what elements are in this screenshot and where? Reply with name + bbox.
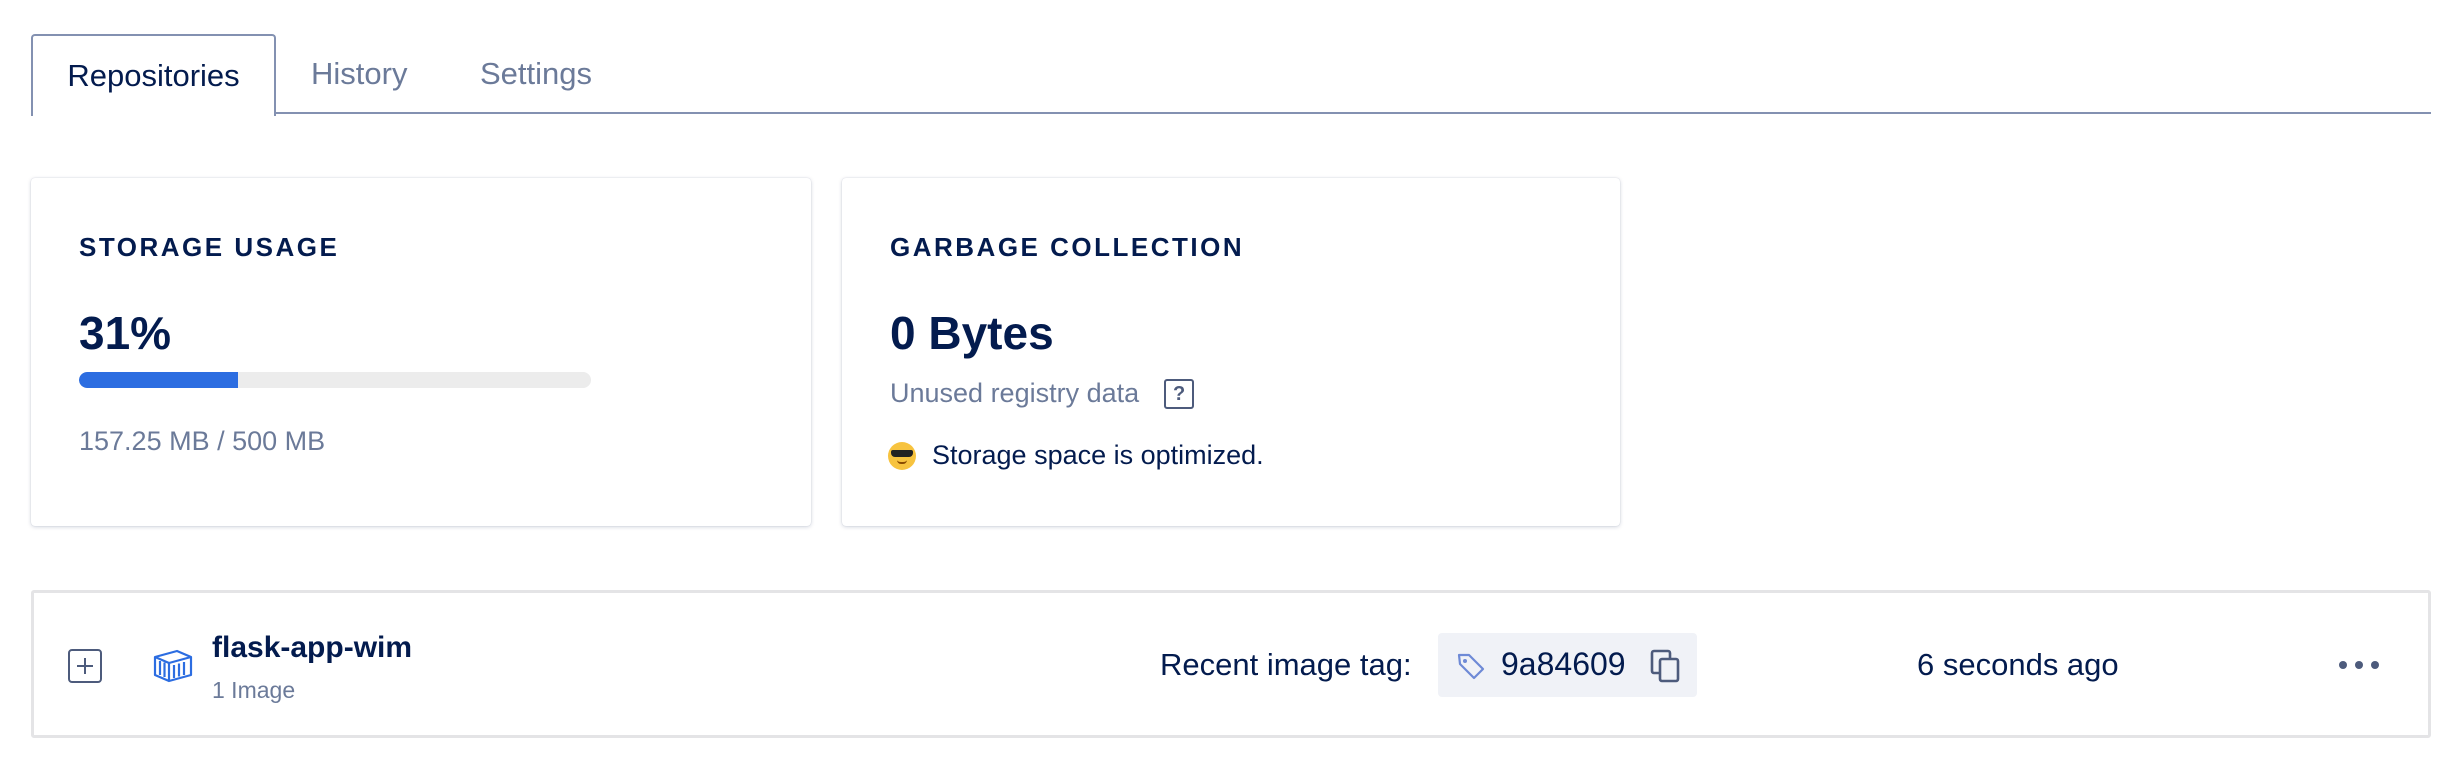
storage-progress-fill [79, 372, 238, 388]
registry-page: Repositories History Settings STORAGE US… [0, 0, 2458, 778]
garbage-collection-status: Storage space is optimized. [888, 440, 1264, 471]
garbage-collection-title: GARBAGE COLLECTION [890, 232, 1245, 262]
container-icon [153, 649, 193, 683]
plus-square-icon[interactable] [68, 649, 102, 683]
more-horizontal-icon[interactable] [2339, 653, 2379, 677]
repository-name[interactable]: flask-app-wim [212, 631, 412, 665]
garbage-collection-subtitle: Unused registry data [890, 378, 1140, 408]
help-icon[interactable]: ? [1164, 378, 1195, 409]
repository-image-count: 1 Image [212, 677, 296, 703]
repository-row[interactable]: flask-app-wim 1 Image Recent image tag: … [31, 590, 2431, 738]
tag-icon [1457, 653, 1485, 680]
recent-image-tag: 9a84609 [1438, 633, 1697, 697]
garbage-collection-status-text: Storage space is optimized. [932, 440, 1264, 470]
storage-usage-percent: 31% [79, 307, 172, 359]
storage-usage-card: STORAGE USAGE 31% 157.25 MB / 500 MB [31, 178, 811, 526]
storage-usage-title: STORAGE USAGE [79, 232, 340, 262]
sunglasses-emoji-icon [888, 441, 916, 470]
tab-history[interactable]: History [311, 34, 407, 114]
copy-icon[interactable] [1650, 649, 1680, 683]
last-updated-time: 6 seconds ago [1917, 647, 2119, 682]
recent-image-tag-label: Recent image tag: [1160, 647, 1412, 682]
tag-value: 9a84609 [1501, 646, 1626, 682]
storage-progress-bar [79, 372, 591, 388]
tab-repositories[interactable]: Repositories [31, 34, 276, 116]
storage-usage-text: 157.25 MB / 500 MB [79, 426, 326, 456]
tab-settings[interactable]: Settings [480, 34, 592, 114]
tab-bar: Repositories History Settings [31, 34, 2431, 116]
garbage-collection-card: GARBAGE COLLECTION 0 Bytes Unused regist… [842, 178, 1620, 526]
garbage-collection-subtitle-row: Unused registry data ? [890, 378, 1195, 409]
garbage-collection-value: 0 Bytes [890, 307, 1054, 359]
